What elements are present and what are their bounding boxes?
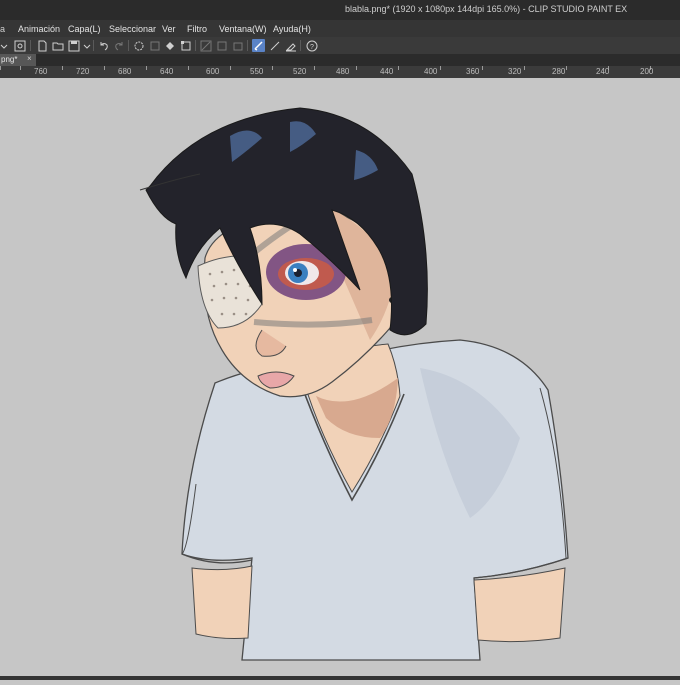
left-forearm bbox=[191, 565, 253, 639]
help-icon[interactable]: ? bbox=[305, 39, 318, 52]
ruler-tick bbox=[398, 66, 399, 70]
ruler-tick bbox=[440, 66, 441, 70]
file-icon[interactable] bbox=[35, 39, 48, 52]
ruler-label: 240 bbox=[596, 67, 610, 76]
fill-icon[interactable] bbox=[163, 39, 176, 52]
grid-icon[interactable] bbox=[148, 39, 161, 52]
ruler-tick bbox=[0, 66, 1, 70]
redo-icon[interactable] bbox=[112, 39, 125, 52]
command-bar: ? bbox=[0, 37, 680, 54]
save-dropdown-icon[interactable] bbox=[80, 39, 93, 52]
ruler-tick bbox=[272, 66, 273, 70]
title-bar: blabla.png* (1920 x 1080px 144dpi 165.0%… bbox=[0, 0, 680, 20]
menu-item-select[interactable]: Seleccionar bbox=[109, 24, 156, 34]
toolbar-separator bbox=[247, 40, 248, 51]
toolbar-separator bbox=[300, 40, 301, 51]
ruler-tick bbox=[188, 66, 189, 70]
ruler-tick bbox=[146, 66, 147, 70]
undo-icon[interactable] bbox=[97, 39, 110, 52]
ruler-label: 480 bbox=[336, 67, 350, 76]
ruler-label: 280 bbox=[552, 67, 566, 76]
toolbar-separator bbox=[93, 40, 94, 51]
toolbar-separator bbox=[195, 40, 196, 51]
layer-icon[interactable] bbox=[215, 39, 228, 52]
menu-item-help[interactable]: Ayuda(H) bbox=[273, 24, 311, 34]
selection-icon[interactable] bbox=[199, 39, 212, 52]
menu-bar: a Animación Capa(L) Seleccionar Ver Filt… bbox=[0, 20, 680, 37]
svg-text:?: ? bbox=[310, 44, 314, 51]
ruler-tick bbox=[482, 66, 483, 70]
menu-item-filter[interactable]: Filtro bbox=[187, 24, 207, 34]
ruler-label: 400 bbox=[424, 67, 438, 76]
tab-document-label: png* bbox=[1, 55, 18, 64]
drawing-canvas[interactable] bbox=[0, 78, 680, 680]
eye-highlight bbox=[293, 268, 297, 272]
ruler-tick bbox=[62, 66, 63, 70]
menu-item-window[interactable]: Ventana(W) bbox=[219, 24, 267, 34]
ruler-label: 360 bbox=[466, 67, 480, 76]
ruler-label: 640 bbox=[160, 67, 174, 76]
ruler-tick bbox=[566, 66, 567, 70]
tab-document[interactable]: png* × bbox=[0, 54, 36, 66]
ruler-tick bbox=[314, 66, 315, 70]
crop-icon[interactable] bbox=[231, 39, 244, 52]
ruler-label: 760 bbox=[34, 67, 48, 76]
horizontal-ruler: 760 720 680 640 600 550 520 480 440 400 … bbox=[0, 66, 680, 78]
ruler-label: 200 bbox=[640, 67, 654, 76]
menu-item-layer[interactable]: Capa(L) bbox=[68, 24, 101, 34]
menu-item-animation[interactable]: Animación bbox=[18, 24, 60, 34]
ruler-label: 600 bbox=[206, 67, 220, 76]
ruler-tick bbox=[356, 66, 357, 70]
right-forearm bbox=[473, 567, 566, 643]
artwork-illustration bbox=[139, 107, 569, 661]
ruler-tick bbox=[524, 66, 525, 70]
ruler-tick bbox=[230, 66, 231, 70]
settings-icon[interactable] bbox=[13, 39, 26, 52]
chevron-down-icon[interactable] bbox=[0, 39, 10, 52]
open-folder-icon[interactable] bbox=[51, 39, 64, 52]
ruler-label: 680 bbox=[118, 67, 132, 76]
status-bar bbox=[0, 676, 680, 680]
eraser-icon[interactable] bbox=[284, 39, 297, 52]
ruler-label: 520 bbox=[293, 67, 307, 76]
ruler-tick bbox=[20, 66, 21, 70]
window-title: blabla.png* (1920 x 1080px 144dpi 165.0%… bbox=[345, 4, 628, 14]
save-icon[interactable] bbox=[67, 39, 80, 52]
close-icon[interactable]: × bbox=[27, 54, 32, 63]
ruler-label: 320 bbox=[508, 67, 522, 76]
brush-icon[interactable] bbox=[252, 39, 265, 52]
document-tab-row: png* × bbox=[0, 54, 680, 66]
toolbar-separator bbox=[128, 40, 129, 51]
transform-icon[interactable] bbox=[179, 39, 192, 52]
menu-edge: a bbox=[0, 24, 6, 34]
toolbar-separator bbox=[30, 40, 31, 51]
ruler-label: 440 bbox=[380, 67, 394, 76]
ruler-label: 720 bbox=[76, 67, 90, 76]
loading-icon[interactable] bbox=[132, 39, 145, 52]
menu-item-view[interactable]: Ver bbox=[162, 24, 176, 34]
ruler-tick bbox=[104, 66, 105, 70]
ruler-label: 550 bbox=[250, 67, 264, 76]
pen-icon[interactable] bbox=[268, 39, 281, 52]
